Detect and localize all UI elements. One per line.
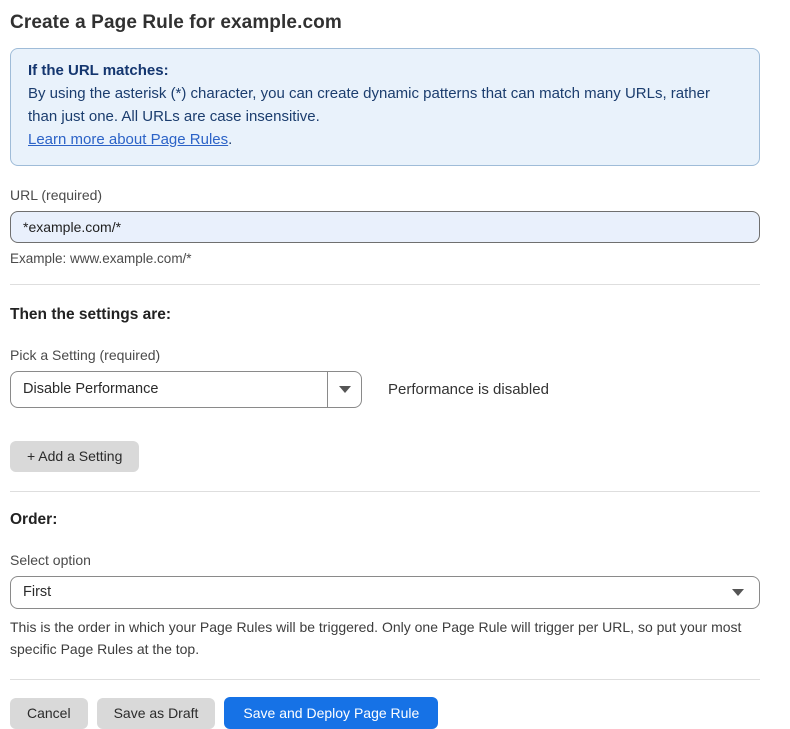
url-label: URL (required) <box>10 187 760 203</box>
save-draft-button[interactable]: Save as Draft <box>97 698 216 729</box>
chevron-down-icon <box>732 589 744 596</box>
info-box-link-line: Learn more about Page Rules. <box>28 129 742 152</box>
cancel-button[interactable]: Cancel <box>10 698 88 729</box>
order-section-heading: Order: <box>10 511 760 529</box>
order-select-value: First <box>23 584 51 600</box>
chevron-down-icon <box>339 386 351 393</box>
form-actions: Cancel Save as Draft Save and Deploy Pag… <box>10 697 760 729</box>
setting-select[interactable]: Disable Performance <box>10 371 362 408</box>
divider <box>10 679 760 680</box>
link-suffix: . <box>228 131 232 148</box>
url-example-text: Example: www.example.com/* <box>10 251 760 266</box>
url-match-info-box: If the URL matches: By using the asteris… <box>10 48 760 166</box>
order-select-label: Select option <box>10 552 760 568</box>
divider <box>10 491 760 492</box>
page-title: Create a Page Rule for example.com <box>10 12 760 34</box>
add-setting-button[interactable]: + Add a Setting <box>10 441 139 472</box>
setting-select-arrow-button[interactable] <box>327 372 361 407</box>
save-deploy-button[interactable]: Save and Deploy Page Rule <box>224 697 438 729</box>
setting-status-text: Performance is disabled <box>388 381 549 398</box>
url-input[interactable] <box>10 211 760 243</box>
settings-section-heading: Then the settings are: <box>10 306 760 324</box>
learn-more-link[interactable]: Learn more about Page Rules <box>28 131 228 148</box>
order-select[interactable]: First <box>10 576 760 609</box>
info-box-body: By using the asterisk (*) character, you… <box>28 83 742 129</box>
divider <box>10 284 760 285</box>
page-rule-form: Create a Page Rule for example.com If th… <box>0 0 790 729</box>
setting-row: Disable Performance Performance is disab… <box>10 371 760 408</box>
order-help-text: This is the order in which your Page Rul… <box>10 616 760 661</box>
info-box-heading: If the URL matches: <box>28 60 742 83</box>
setting-select-value: Disable Performance <box>11 372 327 407</box>
pick-setting-label: Pick a Setting (required) <box>10 347 760 363</box>
